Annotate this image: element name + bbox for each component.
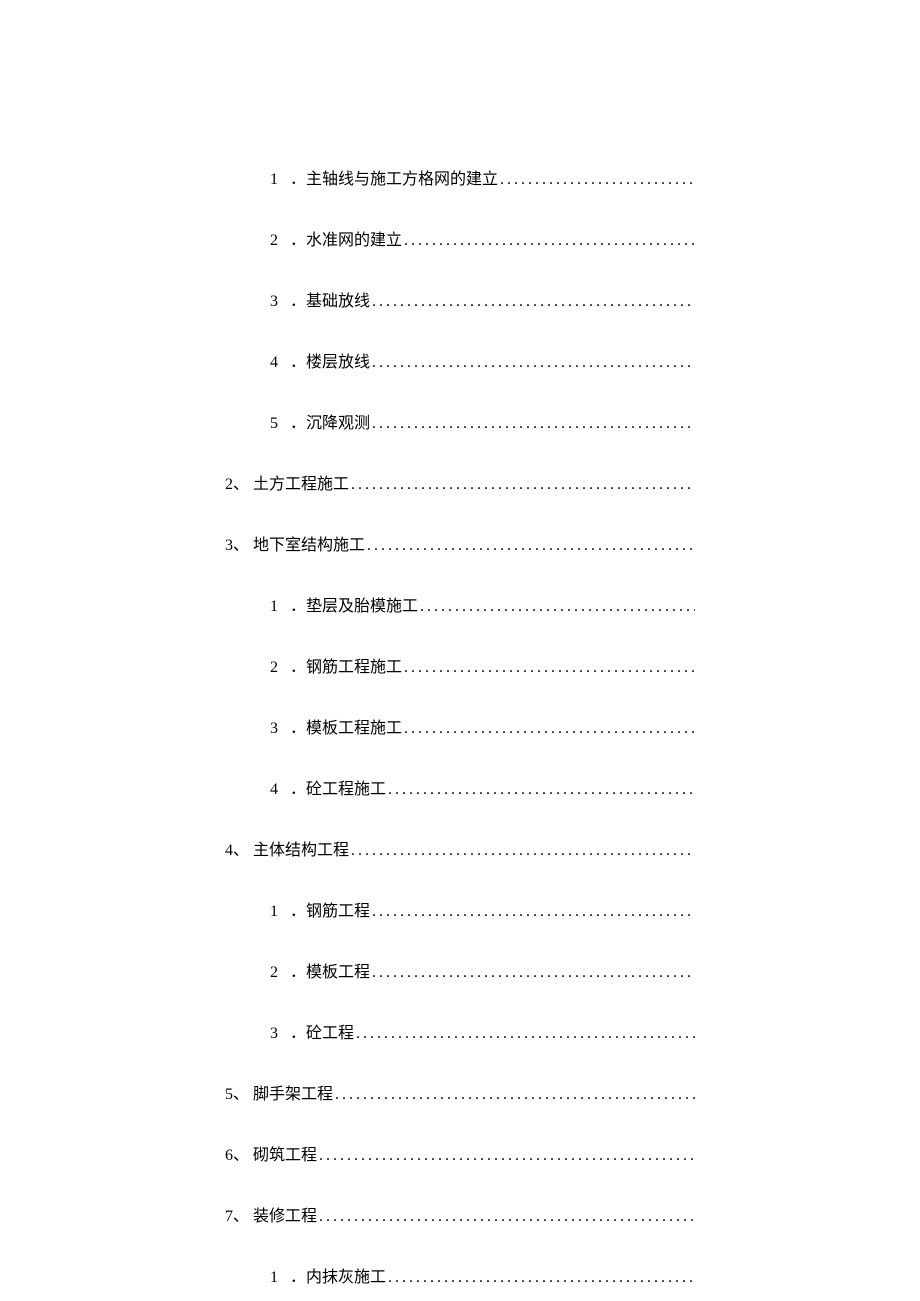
toc-leader-dots bbox=[335, 1086, 695, 1104]
toc-leader-dots bbox=[404, 659, 695, 677]
toc-number: 2 bbox=[270, 964, 278, 982]
toc-number: 4 bbox=[270, 354, 278, 372]
toc-entry: 2、土方工程施工 bbox=[225, 470, 695, 494]
toc-text: 脚手架工程 bbox=[253, 1080, 333, 1104]
toc-leader-dots bbox=[319, 1147, 695, 1165]
toc-leader-dots bbox=[388, 1269, 695, 1287]
toc-leader-dots bbox=[500, 171, 695, 189]
toc-leader-dots bbox=[372, 903, 695, 921]
toc-leader-dots bbox=[351, 476, 695, 494]
toc-number: 1 bbox=[270, 903, 278, 921]
toc-text: 装修工程 bbox=[253, 1202, 317, 1226]
toc-text: ．楼层放线 bbox=[290, 348, 370, 372]
toc-number: 2 bbox=[270, 659, 278, 677]
toc-number: 5、 bbox=[225, 1080, 249, 1104]
toc-text: ．沉降观测 bbox=[290, 409, 370, 433]
toc-text: ．基础放线 bbox=[290, 287, 370, 311]
toc-number: 3、 bbox=[225, 531, 249, 555]
toc-entry: 4、主体结构工程 bbox=[225, 836, 695, 860]
toc-entry: 1 ．内抹灰施工 bbox=[225, 1263, 695, 1287]
toc-number: 1 bbox=[270, 598, 278, 616]
toc-leader-dots bbox=[372, 415, 695, 433]
toc-leader-dots bbox=[420, 598, 695, 616]
toc-text: ．模板工程 bbox=[290, 958, 370, 982]
toc-leader-dots bbox=[372, 354, 695, 372]
toc-entry: 1 ．钢筋工程 bbox=[225, 897, 695, 921]
toc-entry: 7、装修工程 bbox=[225, 1202, 695, 1226]
toc-leader-dots bbox=[404, 232, 695, 250]
toc-leader-dots bbox=[356, 1025, 695, 1043]
toc-entry: 3 ．基础放线 bbox=[225, 287, 695, 311]
toc-entry: 2 ．钢筋工程施工 bbox=[225, 653, 695, 677]
toc-number: 3 bbox=[270, 1025, 278, 1043]
toc-text: ．内抹灰施工 bbox=[290, 1263, 386, 1287]
toc-entry: 4 ．楼层放线 bbox=[225, 348, 695, 372]
toc-leader-dots bbox=[351, 842, 695, 860]
toc-number: 4 bbox=[270, 781, 278, 799]
toc-text: ．垫层及胎模施工 bbox=[290, 592, 418, 616]
toc-text: ．模板工程施工 bbox=[290, 714, 402, 738]
toc-leader-dots bbox=[372, 293, 695, 311]
toc-number: 1 bbox=[270, 171, 278, 189]
toc-number: 7、 bbox=[225, 1202, 249, 1226]
toc-entry: 5 ．沉降观测 bbox=[225, 409, 695, 433]
toc-number: 3 bbox=[270, 720, 278, 738]
toc-text: ．砼工程 bbox=[290, 1019, 354, 1043]
toc-entry: 4 ．砼工程施工 bbox=[225, 775, 695, 799]
toc-entry: 2 ．水准网的建立 bbox=[225, 226, 695, 250]
toc-text: ．钢筋工程施工 bbox=[290, 653, 402, 677]
toc-text: ．主轴线与施工方格网的建立 bbox=[290, 165, 498, 189]
toc-entry: 1 ．主轴线与施工方格网的建立 bbox=[225, 165, 695, 189]
toc-leader-dots bbox=[388, 781, 695, 799]
table-of-contents: 1 ．主轴线与施工方格网的建立 2 ．水准网的建立 3 ．基础放线 4 ．楼层放线 5 ．沉降… bbox=[225, 165, 695, 1287]
toc-leader-dots bbox=[319, 1208, 695, 1226]
toc-entry: 2 ．模板工程 bbox=[225, 958, 695, 982]
toc-leader-dots bbox=[367, 537, 695, 555]
toc-leader-dots bbox=[372, 964, 695, 982]
toc-entry: 3、地下室结构施工 bbox=[225, 531, 695, 555]
toc-text: 地下室结构施工 bbox=[253, 531, 365, 555]
toc-entry: 6、砌筑工程 bbox=[225, 1141, 695, 1165]
toc-text: 砌筑工程 bbox=[253, 1141, 317, 1165]
toc-leader-dots bbox=[404, 720, 695, 738]
toc-entry: 5、脚手架工程 bbox=[225, 1080, 695, 1104]
toc-text: 主体结构工程 bbox=[253, 836, 349, 860]
toc-number: 4、 bbox=[225, 836, 249, 860]
toc-number: 5 bbox=[270, 415, 278, 433]
toc-number: 2 bbox=[270, 232, 278, 250]
toc-number: 3 bbox=[270, 293, 278, 311]
toc-number: 6、 bbox=[225, 1141, 249, 1165]
toc-number: 2、 bbox=[225, 470, 249, 494]
toc-number: 1 bbox=[270, 1269, 278, 1287]
toc-entry: 3 ．砼工程 bbox=[225, 1019, 695, 1043]
toc-text: ．水准网的建立 bbox=[290, 226, 402, 250]
toc-entry: 3 ．模板工程施工 bbox=[225, 714, 695, 738]
toc-text: ．钢筋工程 bbox=[290, 897, 370, 921]
toc-entry: 1 ．垫层及胎模施工 bbox=[225, 592, 695, 616]
toc-text: 土方工程施工 bbox=[253, 470, 349, 494]
toc-text: ．砼工程施工 bbox=[290, 775, 386, 799]
